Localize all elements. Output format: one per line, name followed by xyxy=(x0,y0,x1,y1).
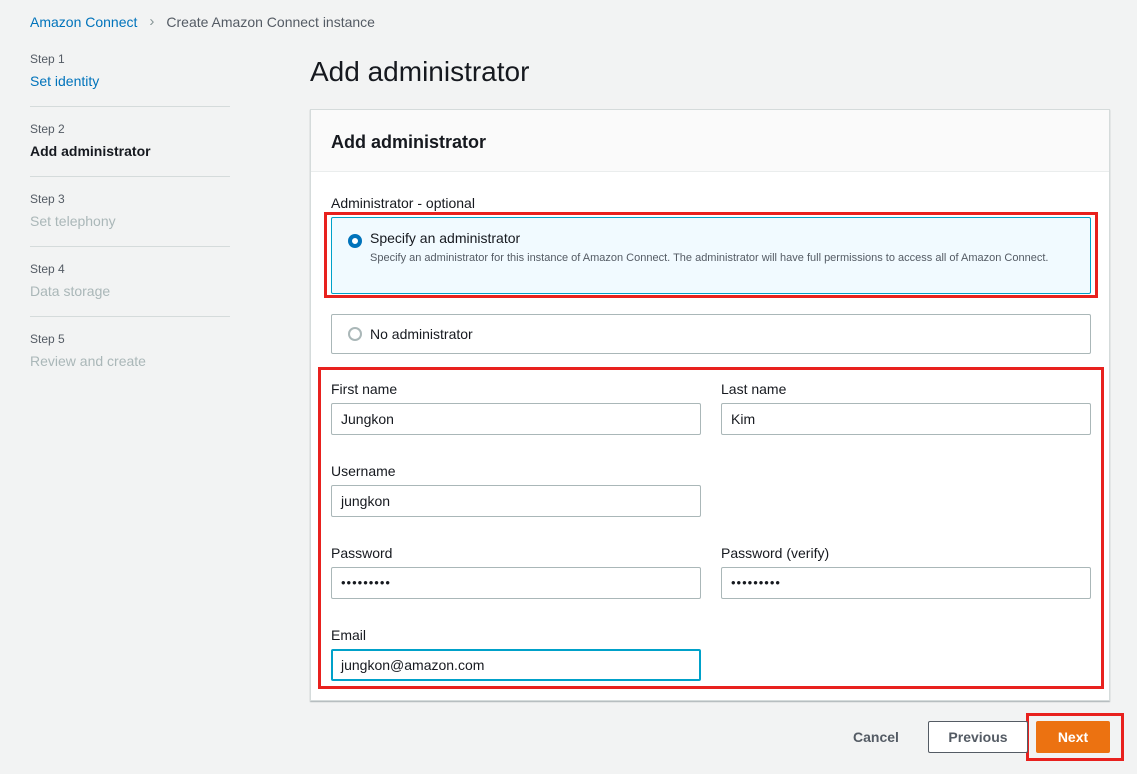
panel-title: Add administrator xyxy=(311,110,1109,172)
username-label: Username xyxy=(331,463,396,479)
step-set-identity[interactable]: Step 1 Set identity xyxy=(30,52,230,107)
password-verify-label: Password (verify) xyxy=(721,545,830,561)
chevron-right-icon: › xyxy=(149,13,155,30)
step-add-administrator: Step 2 Add administrator xyxy=(30,122,230,177)
password-verify-input[interactable]: ••••••••• xyxy=(721,567,1091,599)
breadcrumb: Amazon Connect › Create Amazon Connect i… xyxy=(30,13,375,30)
email-input[interactable]: jungkon@amazon.com xyxy=(331,649,701,681)
step-name[interactable]: Set identity xyxy=(30,73,230,90)
previous-button[interactable]: Previous xyxy=(928,721,1028,753)
radio-no-administrator[interactable]: No administrator xyxy=(331,314,1091,354)
first-name-label: First name xyxy=(331,381,398,397)
radio-specify-administrator[interactable]: Specify an administrator Specify an admi… xyxy=(331,217,1091,294)
step-name: Set telephony xyxy=(30,213,116,229)
last-name-label: Last name xyxy=(721,381,787,397)
radio-title: No administrator xyxy=(370,326,473,342)
step-number: Step 1 xyxy=(30,52,65,66)
email-label: Email xyxy=(331,627,367,643)
step-name: Data storage xyxy=(30,283,111,299)
username-input[interactable]: jungkon xyxy=(331,485,701,517)
breadcrumb-amazon-connect[interactable]: Amazon Connect xyxy=(30,14,137,30)
password-input[interactable]: ••••••••• xyxy=(331,567,701,599)
step-set-telephony: Step 3 Set telephony xyxy=(30,192,230,247)
password-label: Password xyxy=(331,545,393,561)
radio-title: Specify an administrator xyxy=(370,230,521,246)
step-number: Step 2 xyxy=(30,122,65,136)
radio-unchecked-icon[interactable] xyxy=(348,327,362,341)
step-number: Step 4 xyxy=(30,262,65,276)
last-name-input[interactable]: Kim xyxy=(721,403,1091,435)
step-number: Step 5 xyxy=(30,332,65,346)
admin-panel: Add administrator Administrator - option… xyxy=(310,109,1110,701)
cancel-button[interactable]: Cancel xyxy=(840,721,912,753)
step-review-and-create: Step 5 Review and create xyxy=(30,332,230,386)
wizard-steps: Step 1 Set identity Step 2 Add administr… xyxy=(30,52,230,401)
radio-checked-icon[interactable] xyxy=(348,234,362,248)
next-button[interactable]: Next xyxy=(1036,721,1110,753)
breadcrumb-current: Create Amazon Connect instance xyxy=(166,13,375,30)
step-name: Add administrator xyxy=(30,143,151,159)
step-data-storage: Step 4 Data storage xyxy=(30,262,230,317)
first-name-input[interactable]: Jungkon xyxy=(331,403,701,435)
step-name: Review and create xyxy=(30,353,146,369)
administrator-label: Administrator - optional xyxy=(331,195,475,211)
radio-description: Specify an administrator for this instan… xyxy=(370,252,1049,264)
page-title: Add administrator xyxy=(310,56,530,87)
step-number: Step 3 xyxy=(30,192,65,206)
